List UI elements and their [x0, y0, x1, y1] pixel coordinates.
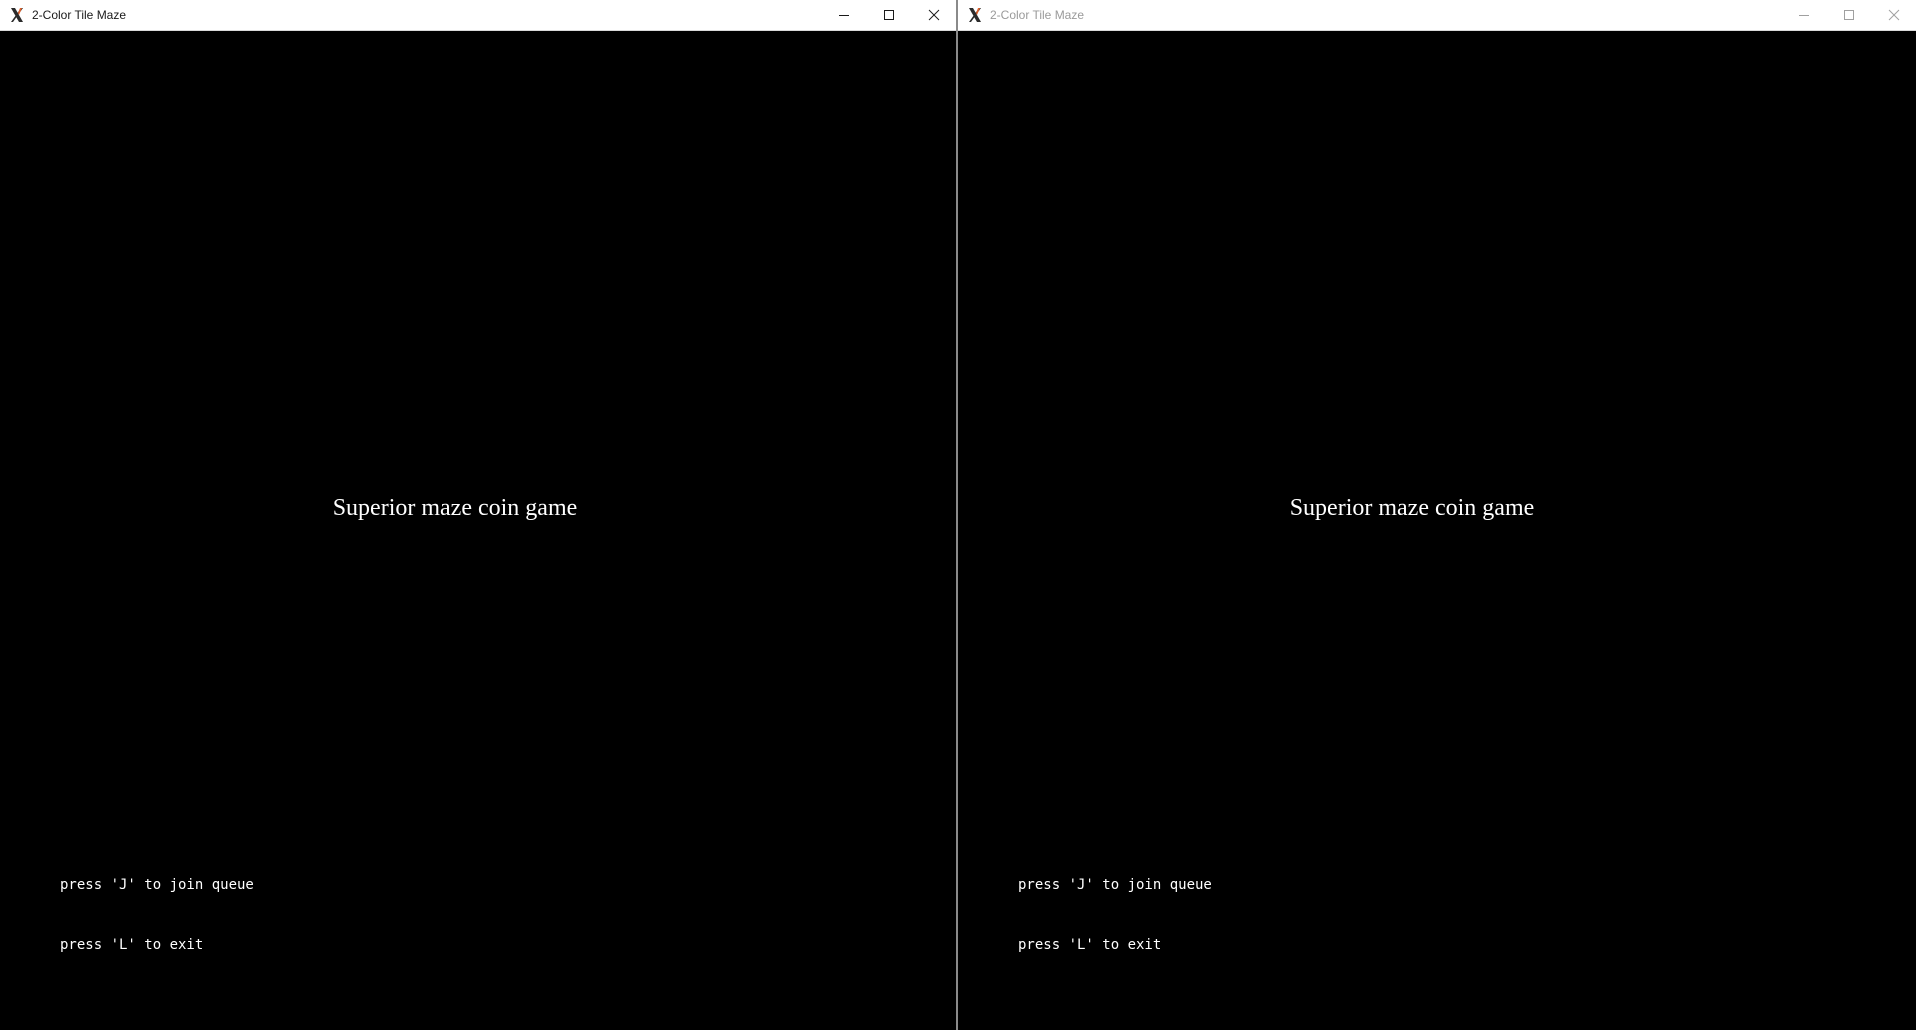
- minimize-button[interactable]: [821, 0, 866, 30]
- close-button[interactable]: [1871, 0, 1916, 30]
- maximize-icon: [1843, 10, 1854, 20]
- minimize-icon: [838, 15, 849, 16]
- minimize-icon: [1798, 15, 1809, 16]
- x-window-system-icon[interactable]: [8, 6, 26, 24]
- close-icon: [1888, 9, 1899, 21]
- caption-buttons: [1781, 0, 1916, 30]
- maximize-icon: [883, 10, 894, 20]
- x-window-system-icon[interactable]: [966, 6, 984, 24]
- join-queue-hint: press 'J' to join queue: [1018, 877, 1212, 893]
- game-window-right[interactable]: 2-Color Tile Maze Superior maze coin gam…: [958, 0, 1916, 1030]
- minimize-button[interactable]: [1781, 0, 1826, 30]
- caption-buttons: [821, 0, 956, 30]
- close-button[interactable]: [911, 0, 956, 30]
- game-title: Superior maze coin game: [1289, 495, 1535, 521]
- title-bar[interactable]: 2-Color Tile Maze: [0, 0, 956, 31]
- desktop: 2-Color Tile Maze Superior maze coin gam…: [0, 0, 1916, 1030]
- game-title: Superior maze coin game: [332, 495, 578, 521]
- exit-hint: press 'L' to exit: [60, 937, 204, 953]
- maximize-button[interactable]: [866, 0, 911, 30]
- game-window-left[interactable]: 2-Color Tile Maze Superior maze coin gam…: [0, 0, 958, 1030]
- title-bar[interactable]: 2-Color Tile Maze: [958, 0, 1916, 31]
- close-icon: [928, 9, 939, 21]
- window-title: 2-Color Tile Maze: [990, 8, 1085, 22]
- window-title: 2-Color Tile Maze: [32, 8, 127, 22]
- game-canvas[interactable]: Superior maze coin game press 'J' to joi…: [958, 31, 1916, 1030]
- join-queue-hint: press 'J' to join queue: [60, 877, 254, 893]
- maximize-button[interactable]: [1826, 0, 1871, 30]
- exit-hint: press 'L' to exit: [1018, 937, 1162, 953]
- game-canvas[interactable]: Superior maze coin game press 'J' to joi…: [0, 31, 956, 1030]
